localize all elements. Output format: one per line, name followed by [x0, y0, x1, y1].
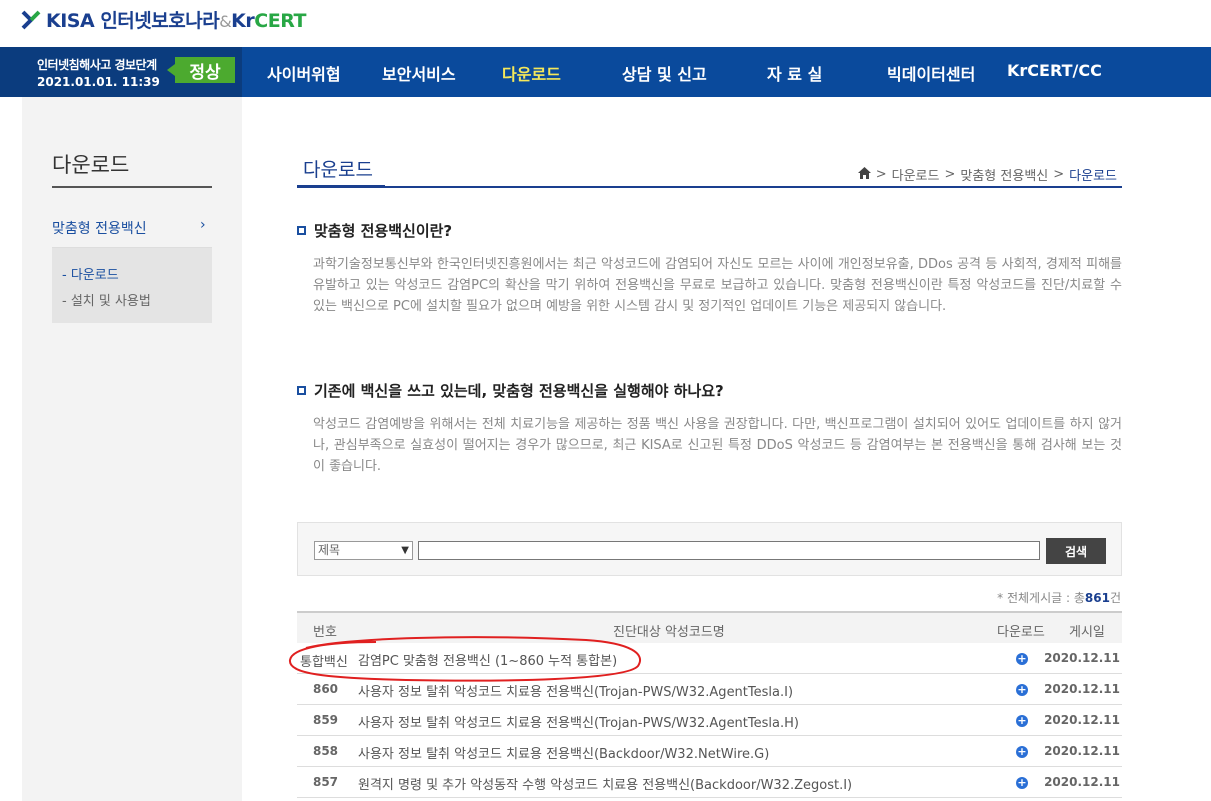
square-bullet-icon	[297, 386, 306, 395]
row-date: 2020.12.11	[1044, 775, 1120, 789]
sidebar-divider	[52, 186, 212, 188]
breadcrumb-download[interactable]: 다운로드	[892, 165, 940, 184]
download-plus-icon[interactable]: +	[1016, 684, 1028, 696]
alert-status-box[interactable]: 인터넷침해사고 경보단계 2021.01.01. 11:39 정상	[0, 47, 242, 97]
col-date: 게시일	[1069, 625, 1105, 640]
row-number: 858	[312, 744, 339, 758]
sidebar: 다운로드 맞춤형 전용백신 › - 다운로드 - 설치 및 사용법	[22, 97, 242, 801]
main-nav: 인터넷침해사고 경보단계 2021.01.01. 11:39 정상 사이버위협 …	[0, 47, 1211, 97]
row-title[interactable]: 사용자 정보 탈취 악성코드 치료용 전용백신(Trojan-PWS/W32.A…	[358, 712, 799, 731]
download-plus-icon[interactable]: +	[1016, 653, 1028, 665]
search-button[interactable]: 검색	[1046, 538, 1106, 564]
logo-kisa: KISA	[46, 10, 95, 32]
chevron-down-icon: ▼	[401, 545, 409, 556]
row-date: 2020.12.11	[1044, 713, 1120, 727]
section-heading-should-run: 기존에 백신을 쓰고 있는데, 맞춤형 전용백신을 실행해야 하나요?	[297, 380, 724, 401]
logo-text: KISA 인터넷보호나라&KrCERT	[46, 6, 306, 33]
sidebar-sub-install-guide[interactable]: - 설치 및 사용법	[62, 290, 151, 309]
sidebar-title: 다운로드	[52, 153, 130, 177]
nav-bigdata-center[interactable]: 빅데이터센터	[887, 61, 975, 85]
search-field-select[interactable]: 제목 ▼	[314, 541, 413, 560]
site-logo[interactable]: KISA 인터넷보호나라&KrCERT	[20, 6, 306, 33]
chevron-right-icon: ›	[200, 217, 206, 233]
search-input[interactable]	[418, 541, 1040, 560]
q2-heading-text: 기존에 백신을 쓰고 있는데, 맞춤형 전용백신을 실행해야 하나요?	[314, 382, 724, 400]
row-title[interactable]: 원격지 명령 및 추가 악성동작 수행 악성코드 치료용 전용백신(Backdo…	[358, 774, 852, 793]
section-heading-what-is: 맞춤형 전용백신이란?	[297, 220, 452, 241]
top-header: KISA 인터넷보호나라&KrCERT	[0, 0, 1211, 47]
alert-title: 인터넷침해사고 경보단계	[37, 58, 157, 72]
row-date: 2020.12.11	[1044, 682, 1120, 696]
nav-cyber-threat[interactable]: 사이버위협	[267, 61, 341, 85]
kisa-logo-icon	[20, 9, 42, 31]
row-date: 2020.12.11	[1044, 744, 1120, 758]
breadcrumb: > 다운로드 > 맞춤형 전용백신 > 다운로드	[857, 165, 1117, 184]
row-title[interactable]: 사용자 정보 탈취 악성코드 치료용 전용백신(Trojan-PWS/W32.A…	[358, 681, 793, 700]
total-count-number: 861	[1084, 591, 1110, 605]
row-number: 859	[312, 713, 339, 727]
download-plus-icon[interactable]: +	[1016, 715, 1028, 727]
search-area: 제목 ▼ 검색	[297, 522, 1122, 576]
page-title: 다운로드	[303, 159, 373, 181]
download-plus-icon[interactable]: +	[1016, 777, 1028, 789]
nav-krcert[interactable]: KrCERT/CC	[1007, 61, 1102, 80]
q1-heading-text: 맞춤형 전용백신이란?	[314, 222, 453, 240]
nav-library[interactable]: 자 료 실	[767, 61, 822, 85]
alert-level-badge: 정상	[167, 57, 235, 83]
section-body-what-is: 과학기술정보통신부와 한국인터넷진흥원에서는 최근 악성코드에 감염되어 자신도…	[313, 257, 1122, 314]
table-row[interactable]: 858 사용자 정보 탈취 악성코드 치료용 전용백신(Backdoor/W32…	[297, 736, 1122, 767]
nav-download[interactable]: 다운로드	[502, 61, 561, 85]
breadcrumb-custom-vaccine[interactable]: 맞춤형 전용백신	[960, 165, 1048, 184]
row-title[interactable]: 사용자 정보 탈취 악성코드 치료용 전용백신(Backdoor/W32.Net…	[358, 743, 769, 762]
logo-amp: &	[219, 12, 232, 31]
square-bullet-icon	[297, 226, 306, 235]
col-download: 다운로드	[997, 625, 1045, 640]
breadcrumb-current: 다운로드	[1069, 169, 1117, 184]
sidebar-submenu: - 다운로드 - 설치 및 사용법	[52, 248, 212, 323]
title-underline	[297, 185, 1122, 188]
alert-time: 2021.01.01. 11:39	[37, 75, 160, 89]
sidebar-item-custom-vaccine[interactable]: 맞춤형 전용백신	[52, 218, 147, 238]
logo-kr: Kr	[231, 10, 255, 32]
row-number: 857	[312, 775, 339, 789]
nav-consult-report[interactable]: 상담 및 신고	[622, 61, 707, 85]
total-count: * 전체게시글 : 총861건	[997, 591, 1121, 605]
row-date: 2020.12.11	[1044, 651, 1120, 665]
sidebar-sub-download[interactable]: - 다운로드	[62, 264, 119, 283]
row-number: 860	[312, 682, 339, 696]
section-body-should-run: 악성코드 감염예방을 위해서는 전체 치료기능을 제공하는 정품 백신 사용을 …	[313, 417, 1122, 474]
red-highlight-annotation	[288, 636, 641, 682]
nav-security-service[interactable]: 보안서비스	[382, 61, 456, 85]
logo-cert: CERT	[254, 10, 306, 32]
table-row[interactable]: 859 사용자 정보 탈취 악성코드 치료용 전용백신(Trojan-PWS/W…	[297, 705, 1122, 736]
download-plus-icon[interactable]: +	[1016, 746, 1028, 758]
table-row[interactable]: 857 원격지 명령 및 추가 악성동작 수행 악성코드 치료용 전용백신(Ba…	[297, 767, 1122, 798]
home-icon[interactable]	[857, 166, 871, 183]
logo-name: 인터넷보호나라	[100, 10, 220, 32]
